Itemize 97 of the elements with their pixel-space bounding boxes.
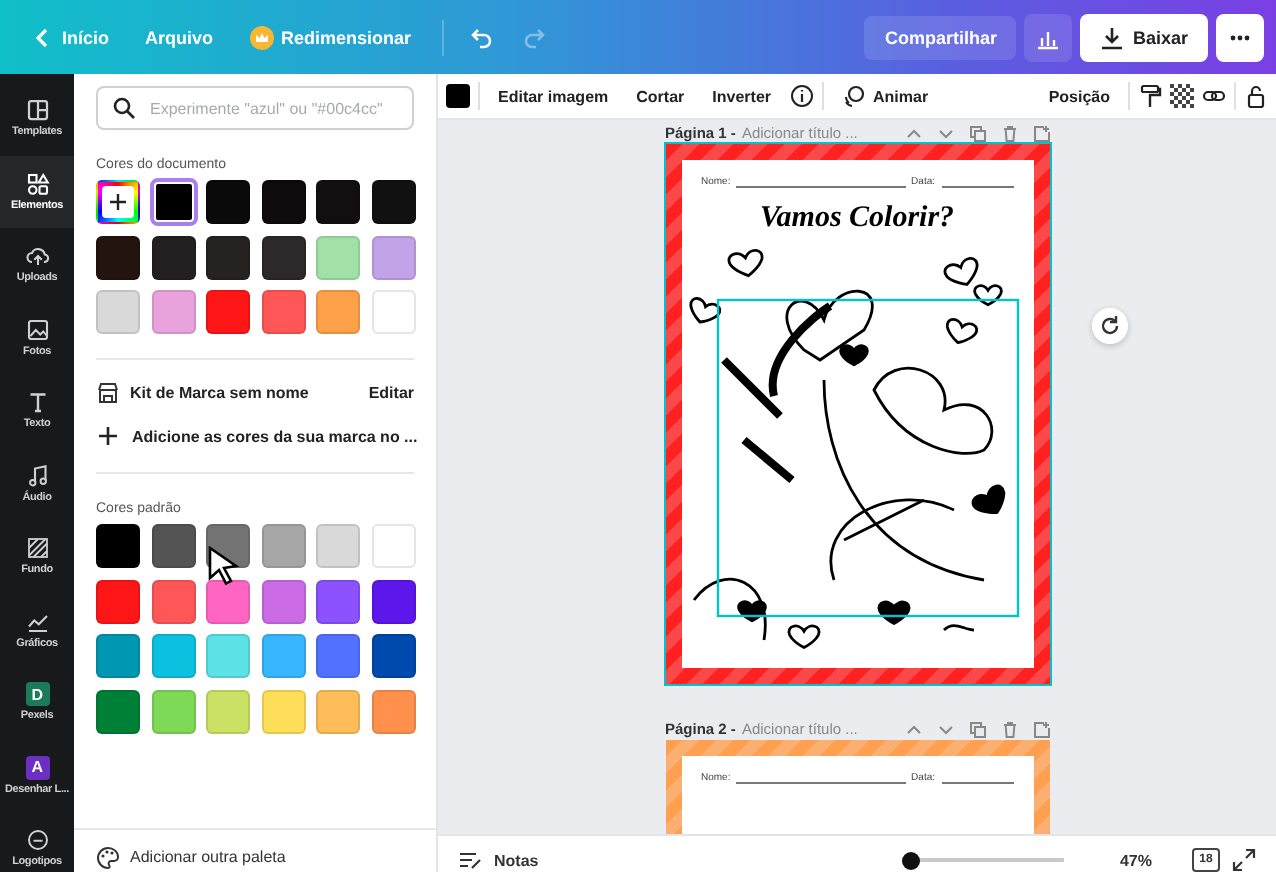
add-brand-colors-button[interactable]: Adicione as cores da sua marca no ... (96, 424, 418, 448)
color-swatch[interactable] (96, 634, 140, 678)
color-swatch[interactable] (316, 180, 360, 224)
lock-icon[interactable] (1244, 84, 1268, 108)
download-button[interactable]: Baixar (1080, 13, 1208, 61)
add-color-button[interactable] (96, 180, 140, 224)
color-swatch[interactable] (96, 579, 140, 623)
color-swatch[interactable] (316, 290, 360, 334)
music-note-icon (25, 463, 49, 488)
logo-circle-icon (25, 828, 49, 853)
color-swatch[interactable] (96, 235, 140, 279)
color-swatch[interactable] (371, 689, 415, 733)
share-button[interactable]: Compartilhar (864, 15, 1017, 59)
color-swatch[interactable] (206, 290, 250, 334)
color-swatch[interactable] (261, 235, 305, 279)
animate-button[interactable]: Animar (831, 78, 939, 114)
paint-roller-icon[interactable] (1138, 84, 1162, 108)
insights-button[interactable] (1024, 13, 1073, 61)
trash-icon[interactable] (1001, 125, 1017, 141)
color-swatch[interactable] (151, 524, 195, 568)
color-swatch[interactable] (151, 235, 195, 279)
text-icon (25, 390, 49, 415)
worksheet-heading: Vamos Colorir? (759, 202, 955, 236)
hatched-square-icon (25, 536, 49, 561)
color-swatch[interactable] (316, 579, 360, 623)
chevron-down-icon[interactable] (937, 721, 953, 737)
store-icon (96, 380, 120, 404)
color-swatch[interactable] (206, 180, 250, 224)
toolbar-button[interactable]: Cortar (626, 81, 695, 111)
color-swatch[interactable] (206, 235, 250, 279)
add-palette-button[interactable]: Adicionar outra paleta (130, 848, 286, 866)
add-page-icon[interactable] (1033, 721, 1049, 737)
app-badge: D (25, 682, 49, 707)
duplicate-icon[interactable] (969, 721, 985, 737)
color-swatch[interactable] (371, 290, 415, 334)
add-page-icon[interactable] (1033, 125, 1049, 141)
redo-icon (521, 25, 546, 49)
duplicate-icon[interactable] (969, 125, 985, 141)
color-swatch[interactable] (151, 579, 195, 623)
chevron-up-icon[interactable] (905, 125, 921, 141)
color-swatch[interactable] (371, 634, 415, 678)
color-swatch[interactable] (316, 689, 360, 733)
trash-icon[interactable] (1001, 721, 1017, 737)
color-swatch[interactable] (371, 524, 415, 568)
color-swatch[interactable] (261, 180, 305, 224)
line-chart-icon (25, 609, 49, 634)
zoom-reading: 47% (1119, 851, 1152, 869)
color-swatch[interactable] (371, 180, 415, 224)
fullscreen-icon[interactable] (1232, 848, 1256, 872)
color-swatch[interactable] (261, 524, 305, 568)
color-swatch[interactable] (261, 290, 305, 334)
color-swatch[interactable] (206, 689, 250, 733)
more-button[interactable] (1216, 13, 1264, 61)
position-button[interactable]: Posição (1038, 81, 1120, 111)
toolbar-button[interactable]: Editar imagem (488, 81, 619, 111)
color-swatch[interactable] (371, 235, 415, 279)
animate-icon (841, 84, 866, 108)
templates-icon (25, 98, 49, 123)
color-swatch[interactable] (316, 235, 360, 279)
color-swatch[interactable] (261, 579, 305, 623)
app-badge: A (25, 755, 49, 780)
notes-button[interactable]: Notas (458, 848, 539, 872)
color-swatch[interactable] (96, 524, 140, 568)
rotate-button[interactable] (1092, 308, 1128, 344)
color-swatch[interactable] (206, 634, 250, 678)
notes-icon (458, 848, 482, 872)
color-swatch[interactable] (261, 634, 305, 678)
color-swatch[interactable] (151, 290, 195, 334)
color-swatch[interactable] (96, 290, 140, 334)
color-swatch[interactable] (206, 579, 250, 623)
cloud-upload-icon (25, 244, 49, 269)
plus-icon (106, 190, 130, 214)
plus-icon (96, 424, 120, 448)
chevron-down-icon[interactable] (937, 125, 953, 141)
color-button[interactable] (446, 84, 470, 108)
color-swatch[interactable] (316, 524, 360, 568)
download-icon (1100, 25, 1125, 49)
photo-icon (25, 317, 49, 342)
mouse-cursor-icon (206, 546, 242, 586)
info-icon[interactable] (789, 84, 814, 108)
color-swatch[interactable] (151, 689, 195, 733)
shapes-icon (25, 171, 49, 196)
toolbar-button[interactable]: Inverter (702, 81, 782, 111)
crown-icon (249, 25, 274, 49)
palette-icon (96, 845, 120, 869)
search-field[interactable]: Experimente "azul" ou "#00c4cc" (96, 86, 414, 130)
transparency-icon[interactable] (1170, 84, 1194, 108)
undo-icon (469, 25, 494, 49)
edit-link[interactable]: Editar (368, 383, 414, 401)
color-swatch[interactable] (371, 579, 415, 623)
color-swatch[interactable] (316, 634, 360, 678)
color-swatch[interactable] (261, 689, 305, 733)
search-icon (112, 96, 136, 120)
brand-kit-name: Kit de Marca sem nome (130, 383, 309, 401)
chevron-up-icon[interactable] (905, 721, 921, 737)
color-swatch[interactable] (151, 634, 195, 678)
color-swatch[interactable] (96, 689, 140, 733)
